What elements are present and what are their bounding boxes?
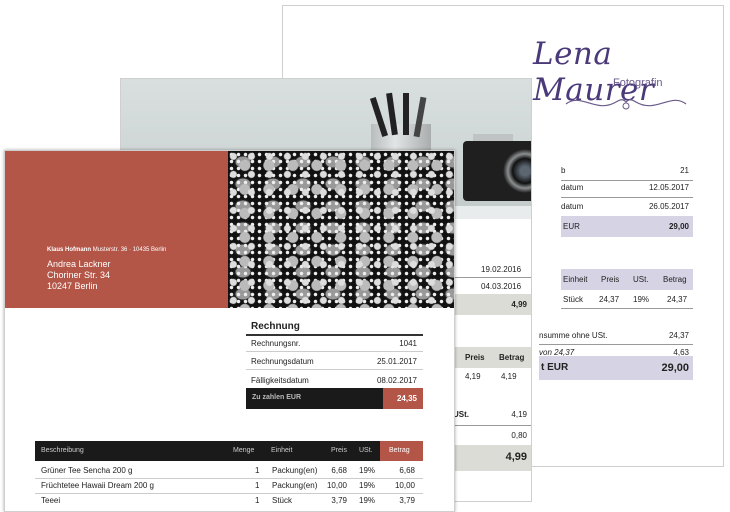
table-cell: 19% (633, 295, 650, 304)
ust-label: USt. (453, 410, 469, 419)
due-value-box: 24,35 (383, 388, 423, 409)
meta-value: 1041 (399, 339, 417, 348)
col-einheit: Einheit (271, 447, 293, 454)
meta-label: Fälligkeitsdatum (251, 376, 309, 385)
table-cell: 4,19 (465, 372, 481, 381)
grand-total-bar: 4,99 (451, 445, 531, 471)
col-ust: USt. (359, 447, 373, 454)
logo-subtitle: Fotografin (613, 77, 663, 89)
table-cell: 24,37 (667, 295, 688, 304)
meta-label: Rechnungsnr. (251, 339, 301, 348)
table-header: Einheit Preis USt. Betrag (561, 269, 693, 290)
table-header: Preis Betrag (451, 347, 531, 368)
invoice-title: Rechnung (251, 321, 300, 332)
ornament-icon (565, 99, 687, 110)
meta-value: 08.02.2017 (376, 376, 417, 385)
sum-value: 24,37 (668, 331, 689, 340)
vat-value: 0,80 (511, 431, 527, 440)
col-betrag-header: Betrag (380, 441, 423, 461)
meta-value: 25.01.2017 (376, 357, 417, 366)
invoice-page-front: Klaus Hofmann Musterstr. 36 · 10435 Berl… (4, 150, 455, 512)
total-bar: EUR 29,00 (561, 216, 693, 237)
meta-value: 12.05.2017 (648, 183, 689, 192)
sender-line: Klaus Hofmann Musterstr. 36 · 10435 Berl… (47, 247, 167, 253)
meta-value: 26.05.2017 (648, 202, 689, 211)
total-bar: 4,99 (451, 294, 531, 315)
recipient-street: Choriner Str. 34 (47, 270, 111, 280)
grand-value: 29,00 (661, 362, 689, 374)
table-cell: Stück (563, 295, 584, 304)
table-cell: 24,37 (599, 295, 620, 304)
meta-value: 21 (680, 166, 689, 175)
meta-label: b (561, 166, 566, 175)
date-value: 19.02.2016 (481, 265, 522, 274)
total-label: EUR (563, 222, 580, 231)
col-preis: Preis (465, 353, 485, 362)
table-header: Beschreibung Menge Einheit Preis USt. (35, 441, 380, 461)
paisley-pattern-image (228, 151, 454, 308)
col-preis: Preis (601, 275, 620, 284)
due-label: Zu zahlen EUR (252, 394, 302, 401)
meta-label: datum (561, 183, 584, 192)
date-value: 04.03.2016 (481, 282, 522, 291)
grand-total-bar: t EUR 29,00 (539, 356, 693, 380)
col-preis: Preis (331, 447, 347, 454)
sum-label: nsumme ohne USt. (539, 331, 608, 340)
grand-value: 4,99 (505, 451, 527, 463)
meta-label: Rechnungsdatum (251, 357, 314, 366)
table-cell: 4,19 (501, 372, 517, 381)
col-beschreibung: Beschreibung (41, 447, 84, 454)
ust-value: 4,19 (511, 410, 527, 419)
recipient-name: Andrea Lackner (47, 259, 111, 269)
col-betrag: Betrag (499, 353, 525, 362)
header-panel: Klaus Hofmann Musterstr. 36 · 10435 Berl… (5, 151, 228, 308)
due-value: 24,35 (396, 394, 417, 403)
grand-label: t EUR (541, 362, 569, 373)
col-menge: Menge (233, 447, 255, 454)
meta-label: datum (561, 202, 584, 211)
col-betrag: Betrag (663, 275, 687, 284)
col-betrag: Betrag (389, 447, 410, 454)
col-einheit: Einheit (563, 275, 588, 284)
recipient-city: 10247 Berlin (47, 281, 98, 291)
col-ust: USt. (633, 275, 649, 284)
total-value: 4,99 (511, 300, 527, 309)
due-bar: Zu zahlen EUR (246, 388, 383, 409)
total-value: 29,00 (668, 222, 689, 231)
